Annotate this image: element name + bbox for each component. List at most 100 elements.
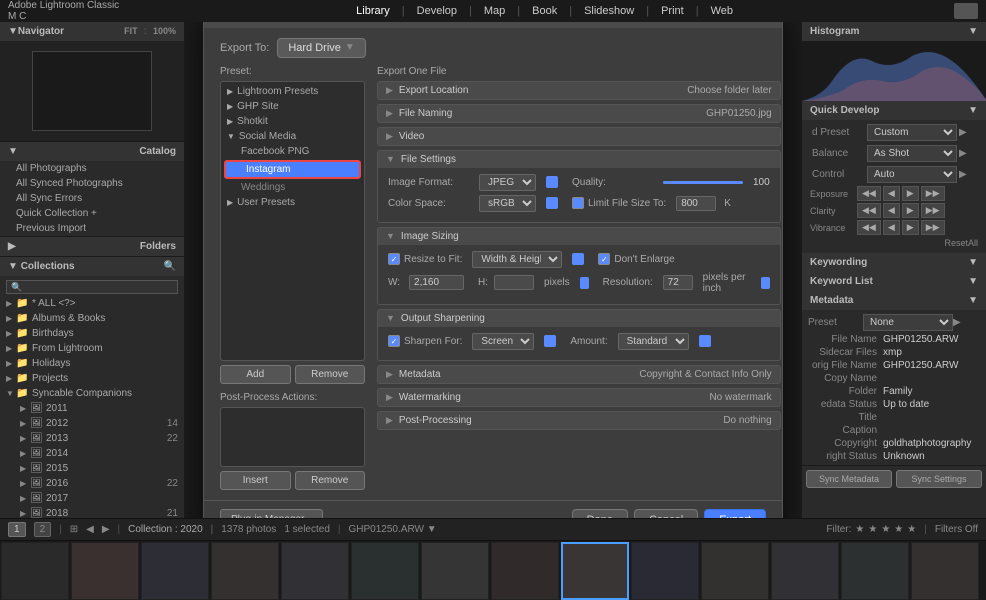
sharpen-checkbox[interactable]: ✓ [388,335,400,347]
menu-library[interactable]: Library [356,5,390,17]
collection-2017[interactable]: ▶🖼2017 [0,491,184,506]
preset-facebook-png[interactable]: Facebook PNG [221,144,364,159]
collection-2018[interactable]: ▶🖼201821 [0,506,184,518]
quality-slider[interactable] [663,181,743,184]
collection-2015[interactable]: ▶🖼2015 [0,461,184,476]
sync-metadata-button[interactable]: Sync Metadata [806,470,892,488]
menu-book[interactable]: Book [532,5,557,17]
keyword-list-header[interactable]: Keyword List ▼ [802,272,986,291]
folders-header[interactable]: ▶ Folders [0,237,184,256]
collection-2016[interactable]: ▶🖼201622 [0,476,184,491]
preset-group-shotkit[interactable]: ▶Shotkit [221,114,364,129]
collection-search[interactable] [0,278,184,296]
thumb-13[interactable] [841,542,909,600]
export-location-header[interactable]: ▶ Export Location Choose folder later [378,82,780,99]
keywording-header[interactable]: Keywording ▼ [802,253,986,272]
clarity-inc-large[interactable]: ▶▶ [921,203,945,218]
collection-projects[interactable]: ▶📁Projects [0,371,184,386]
exposure-inc[interactable]: ▶ [902,186,919,201]
catalog-sync-errors[interactable]: All Sync Errors [0,191,184,206]
video-header[interactable]: ▶ Video [378,128,780,145]
plugin-manager-button[interactable]: Plug-in Manager... [220,509,323,518]
filter-star-1[interactable]: ★ [855,524,864,535]
menu-slideshow[interactable]: Slideshow [584,5,634,17]
resize-checkbox[interactable]: ✓ [388,253,400,265]
collection-item[interactable]: ▶📁* ALL <?> [0,296,184,311]
thumb-2[interactable] [71,542,139,600]
identity-plate[interactable] [954,3,978,19]
height-input[interactable] [494,275,534,290]
page-num-1[interactable]: 1 [8,522,26,537]
resize-to-select[interactable]: Width & Height [472,251,562,268]
vibrance-dec[interactable]: ◀ [883,220,900,235]
collection-albums[interactable]: ▶📁Albums & Books [0,311,184,326]
export-submit-button[interactable]: Export [704,509,766,519]
navigator-header[interactable]: ▼ Navigator FIT : 100% [0,22,184,41]
watermarking-header[interactable]: ▶ Watermarking No watermark [378,389,780,406]
thumb-4[interactable] [211,542,279,600]
collection-from-lightroom[interactable]: ▶📁From Lightroom [0,341,184,356]
width-input[interactable] [409,275,464,290]
catalog-synced[interactable]: All Synced Photographs [0,176,184,191]
limit-file-size-checkbox[interactable] [572,197,584,209]
exposure-dec[interactable]: ◀ [883,186,900,201]
clarity-dec[interactable]: ◀ [883,203,900,218]
metadata-header[interactable]: ▶ Metadata Copyright & Contact Info Only [378,366,780,383]
insert-button[interactable]: Insert [220,471,291,490]
zoom-control[interactable]: 100% [153,26,176,37]
preset-group-ghp[interactable]: ▶GHP Site [221,99,364,114]
file-settings-header[interactable]: ▼ File Settings [378,151,780,168]
quick-develop-header[interactable]: Quick Develop ▼ [802,101,986,120]
vibrance-dec-large[interactable]: ◀◀ [857,220,881,235]
page-num-2[interactable]: 2 [34,522,52,537]
thumb-1[interactable] [1,542,69,600]
catalog-header[interactable]: ▼ Catalog [0,142,184,161]
clarity-dec-large[interactable]: ◀◀ [857,203,881,218]
nav-back[interactable]: ◀ [86,524,94,535]
filter-star-3[interactable]: ★ [881,524,890,535]
catalog-all-photographs[interactable]: All Photographs [0,161,184,176]
preset-weddings[interactable]: Weddings [221,180,364,195]
menu-develop[interactable]: Develop [417,5,457,17]
preset-remove-button[interactable]: Remove [295,365,366,384]
thumb-14[interactable] [911,542,979,600]
thumb-9-selected[interactable] [561,542,629,600]
color-space-select[interactable]: sRGB [479,195,536,212]
done-button[interactable]: Done [572,509,628,519]
thumb-10[interactable] [631,542,699,600]
menu-web[interactable]: Web [711,5,733,17]
image-format-select[interactable]: JPEG [479,174,536,191]
filter-star-5[interactable]: ★ [907,524,916,535]
collections-header[interactable]: ▼ Collections 🔍 [0,257,184,276]
fit-control[interactable]: FIT [124,26,138,37]
sync-settings-button[interactable]: Sync Settings [896,470,982,488]
collection-birthdays[interactable]: ▶📁Birthdays [0,326,184,341]
preset-group-social[interactable]: ▼Social Media [221,129,364,144]
thumb-6[interactable] [351,542,419,600]
nav-fwd[interactable]: ▶ [102,524,110,535]
sharpen-for-select[interactable]: Screen [472,333,534,350]
collection-holidays[interactable]: ▶📁Holidays [0,356,184,371]
dont-enlarge-checkbox[interactable]: ✓ [598,253,610,265]
tone-control-select[interactable]: Auto [867,166,957,183]
thumb-12[interactable] [771,542,839,600]
amount-select[interactable]: Standard [618,333,689,350]
vibrance-inc[interactable]: ▶ [902,220,919,235]
remove2-button[interactable]: Remove [295,471,366,490]
preset-add-button[interactable]: Add [220,365,291,384]
collection-2013[interactable]: ▶🖼201322 [0,431,184,446]
image-sizing-header[interactable]: ▼ Image Sizing [378,228,780,245]
collection-syncable[interactable]: ▼📁Syncable Companions [0,386,184,401]
collection-2011[interactable]: ▶🖼2011 [0,401,184,416]
reset-all-button[interactable]: ResetAll [944,238,978,248]
preset-instagram[interactable]: Instagram [224,160,361,179]
cancel-button[interactable]: Cancel [634,509,698,519]
collection-2012[interactable]: ▶🖼201214 [0,416,184,431]
filter-star-2[interactable]: ★ [868,524,877,535]
white-balance-select[interactable]: As Shot [867,145,957,162]
limit-file-size-input[interactable] [676,196,716,211]
preset-group-lightroom[interactable]: ▶Lightroom Presets [221,84,364,99]
filter-star-4[interactable]: ★ [894,524,903,535]
export-to-button[interactable]: Hard Drive ▼ [277,38,365,58]
grid-view-btn[interactable]: ⊞ [70,524,78,535]
